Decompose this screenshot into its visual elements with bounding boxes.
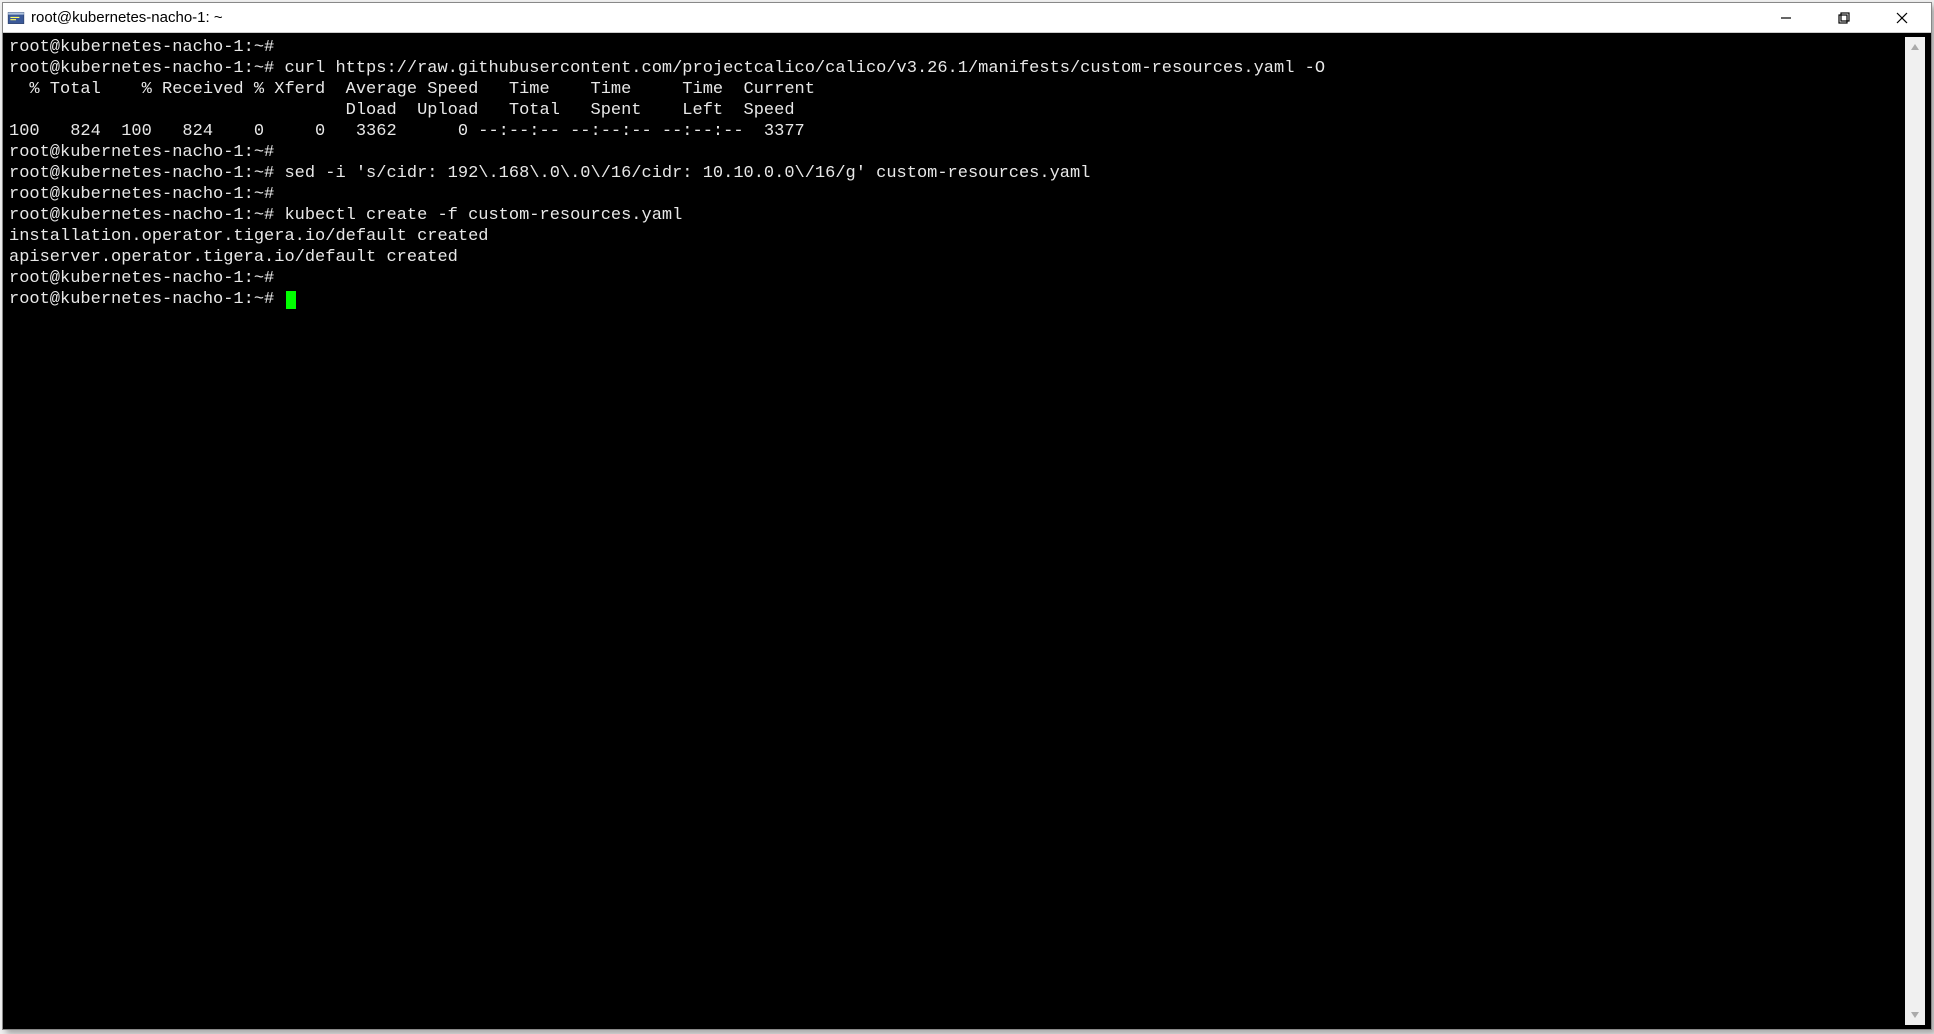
scrollbar-up-arrow[interactable] — [1905, 37, 1925, 57]
terminal-line: root@kubernetes-nacho-1:~# — [9, 268, 1905, 289]
terminal-line: root@kubernetes-nacho-1:~# — [9, 142, 1905, 163]
terminal-prompt-line: root@kubernetes-nacho-1:~# — [9, 289, 1905, 310]
terminal-prompt: root@kubernetes-nacho-1:~# — [9, 289, 284, 310]
terminal-content[interactable]: root@kubernetes-nacho-1:~# root@kubernet… — [9, 37, 1905, 1025]
terminal-window: root@kubernetes-nacho-1: ~ root@kubernet… — [2, 2, 1932, 1030]
scrollbar-down-arrow[interactable] — [1905, 1005, 1925, 1025]
minimize-button[interactable] — [1757, 3, 1815, 32]
maximize-button[interactable] — [1815, 3, 1873, 32]
terminal-body[interactable]: root@kubernetes-nacho-1:~# root@kubernet… — [3, 33, 1931, 1029]
terminal-line: root@kubernetes-nacho-1:~# kubectl creat… — [9, 205, 1905, 226]
terminal-cursor — [286, 291, 296, 309]
terminal-line: % Total % Received % Xferd Average Speed… — [9, 79, 1905, 100]
putty-icon — [7, 9, 25, 27]
terminal-line: root@kubernetes-nacho-1:~# — [9, 184, 1905, 205]
window-controls — [1757, 3, 1931, 32]
terminal-line: root@kubernetes-nacho-1:~# sed -i 's/cid… — [9, 163, 1905, 184]
terminal-line: installation.operator.tigera.io/default … — [9, 226, 1905, 247]
window-title: root@kubernetes-nacho-1: ~ — [31, 9, 1757, 26]
scrollbar[interactable] — [1905, 37, 1925, 1025]
terminal-line: apiserver.operator.tigera.io/default cre… — [9, 247, 1905, 268]
close-button[interactable] — [1873, 3, 1931, 32]
terminal-line: root@kubernetes-nacho-1:~# curl https://… — [9, 58, 1905, 79]
terminal-line: Dload Upload Total Spent Left Speed — [9, 100, 1905, 121]
terminal-line: root@kubernetes-nacho-1:~# — [9, 37, 1905, 58]
terminal-line: 100 824 100 824 0 0 3362 0 --:--:-- --:-… — [9, 121, 1905, 142]
titlebar[interactable]: root@kubernetes-nacho-1: ~ — [3, 3, 1931, 33]
